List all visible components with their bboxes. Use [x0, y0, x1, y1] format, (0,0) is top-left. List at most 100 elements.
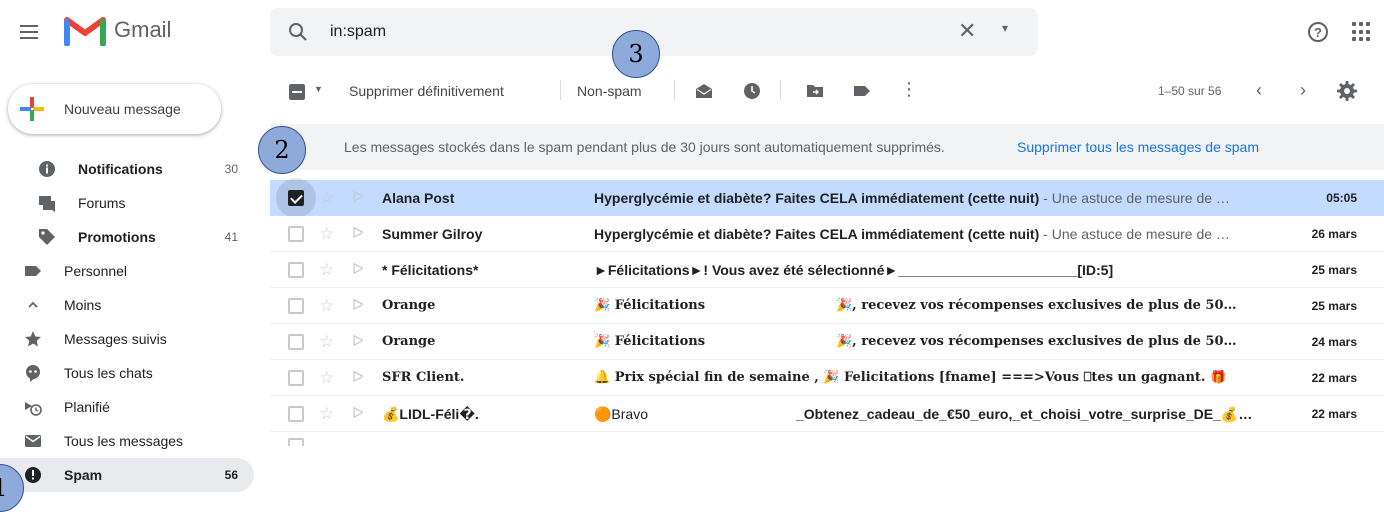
row-checkbox[interactable] — [288, 370, 304, 386]
sidebar-item-notifications[interactable]: Notifications 30 — [0, 152, 254, 186]
clear-search-icon[interactable]: ✕ — [958, 18, 976, 44]
not-spam-button[interactable]: Non-spam — [577, 83, 642, 99]
toolbar-divider — [780, 80, 781, 100]
message-subject-continued: 🎉, recevez vos récompenses exclusives de… — [836, 334, 1237, 349]
message-date: 25 mars — [1311, 263, 1357, 277]
table-row[interactable]: ☆ ᐅ Summer Gilroy Hyperglycémie et diabè… — [270, 216, 1384, 252]
gmail-logo[interactable]: Gmail — [64, 14, 171, 46]
message-sender: Orange — [382, 334, 436, 349]
sidebar-item-scheduled[interactable]: Planifié — [0, 390, 254, 424]
previous-page-icon[interactable]: ‹ — [1256, 80, 1262, 101]
more-options-icon[interactable]: ⋮ — [900, 79, 918, 100]
star-icon[interactable]: ☆ — [319, 188, 334, 208]
row-checkbox[interactable] — [288, 334, 304, 350]
gmail-m-icon — [64, 17, 106, 46]
info-icon — [38, 160, 56, 178]
row-checkbox[interactable] — [288, 298, 304, 314]
table-row[interactable]: ☆ ᐅ * Félicitations* ►Félicitations►! Vo… — [270, 252, 1384, 288]
search-icon[interactable] — [286, 20, 310, 44]
sidebar-item-starred[interactable]: Messages suivis — [0, 322, 254, 356]
message-subject-line: Hyperglycémie et diabète? Faites CELA im… — [594, 226, 1258, 242]
importance-marker-icon[interactable]: ᐅ — [352, 332, 364, 350]
star-icon — [24, 330, 42, 348]
snooze-clock-icon[interactable] — [742, 81, 762, 101]
table-row-partial[interactable] — [270, 432, 1384, 446]
importance-marker-icon[interactable]: ᐅ — [352, 368, 364, 386]
sidebar-item-label: Planifié — [64, 399, 110, 415]
tag-icon — [38, 228, 56, 246]
table-row[interactable]: ☆ ᐅ 💰LIDL-Féli�. 🟠Bravo _Obtenez_cadeau_… — [270, 396, 1384, 432]
row-checkbox[interactable] — [288, 406, 304, 422]
sidebar-item-label: Notifications — [78, 161, 163, 177]
table-row[interactable]: ☆ ᐅ Orange 🎉 Félicitations 🎉, recevez vo… — [270, 324, 1384, 360]
sidebar-item-label: Personnel — [64, 263, 128, 279]
message-subject: 🎉 Félicitations — [594, 334, 706, 349]
importance-marker-icon[interactable]: ᐅ — [352, 224, 364, 242]
pagination-range[interactable]: 1–50 sur 56 — [1158, 84, 1221, 98]
importance-marker-icon[interactable]: ᐅ — [352, 188, 364, 206]
message-sender: * Félicitations* — [382, 262, 479, 278]
message-subject-line: Hyperglycémie et diabète? Faites CELA im… — [594, 190, 1258, 206]
row-checkbox[interactable] — [288, 190, 304, 206]
row-checkbox[interactable] — [288, 262, 304, 278]
apps-grid-icon[interactable] — [1352, 22, 1372, 42]
row-checkbox[interactable] — [288, 226, 304, 242]
app-name: Gmail — [114, 17, 172, 42]
search-options-icon[interactable]: ▾ — [1002, 21, 1008, 35]
star-icon[interactable]: ☆ — [319, 260, 334, 280]
sidebar-item-count: 56 — [224, 468, 238, 482]
sidebar-item-label: Moins — [64, 297, 102, 313]
message-subject: 🟠Bravo — [594, 406, 649, 422]
delete-all-spam-link[interactable]: Supprimer tous les messages de spam — [1017, 139, 1259, 155]
table-row[interactable]: ☆ ᐅ Alana Post Hyperglycémie et diabète?… — [270, 178, 1384, 218]
search-input[interactable]: in:spam — [330, 23, 386, 41]
message-date: 24 mars — [1311, 335, 1357, 349]
top-bar: Gmail in:spam ✕ ▾ ? — [0, 0, 1384, 64]
sidebar-item-promotions[interactable]: Promotions 41 — [0, 220, 254, 254]
star-icon[interactable]: ☆ — [319, 404, 334, 424]
mark-as-read-icon[interactable] — [694, 81, 714, 101]
star-icon[interactable]: ☆ — [319, 224, 334, 244]
row-checkbox[interactable] — [288, 438, 304, 446]
star-icon[interactable]: ☆ — [319, 368, 334, 388]
label-as-icon[interactable] — [852, 81, 872, 101]
importance-marker-icon[interactable]: ᐅ — [352, 404, 364, 422]
star-icon[interactable]: ☆ — [319, 332, 334, 352]
sidebar-item-forums[interactable]: Forums — [0, 186, 254, 220]
plus-icon — [20, 97, 44, 121]
star-icon[interactable]: ☆ — [319, 296, 334, 316]
next-page-icon[interactable]: › — [1300, 80, 1306, 101]
toolbar: ▼ Supprimer définitivement Non-spam ⋮ 1–… — [270, 70, 1384, 114]
sidebar-item-less[interactable]: Moins — [0, 288, 254, 322]
forum-icon — [38, 194, 56, 212]
sidebar-item-spam[interactable]: Spam 56 — [0, 458, 254, 492]
delete-forever-button[interactable]: Supprimer définitivement — [349, 83, 504, 99]
message-date: 25 mars — [1311, 299, 1357, 313]
message-subject: 🔔 Prix spécial fin de semaine , 🎉 Felici… — [594, 370, 1227, 385]
help-icon[interactable]: ? — [1308, 22, 1328, 42]
sidebar-item-personnel[interactable]: Personnel — [0, 254, 254, 288]
message-subject-continued: 🎉, recevez vos récompenses exclusives de… — [836, 298, 1237, 313]
importance-marker-icon[interactable]: ᐅ — [352, 260, 364, 278]
sidebar-item-count: 30 — [224, 162, 238, 176]
main-menu-icon[interactable] — [16, 18, 44, 46]
table-row[interactable]: ☆ ᐅ Orange 🎉 Félicitations 🎉, recevez vo… — [270, 288, 1384, 324]
sidebar-item-label: Spam — [64, 467, 103, 483]
move-to-folder-icon[interactable] — [805, 81, 825, 101]
message-subject: Hyperglycémie et diabète? Faites CELA im… — [594, 190, 1040, 206]
message-list: ☆ ᐅ Alana Post Hyperglycémie et diabète?… — [270, 178, 1384, 446]
sidebar-item-label: Tous les messages — [64, 433, 184, 449]
message-subject-continued: _Obtenez_cadeau_de_€50_euro,_et_choisi_v… — [796, 406, 1256, 422]
message-date: 05:05 — [1326, 191, 1357, 205]
sidebar-item-chats[interactable]: Tous les chats — [0, 356, 254, 390]
select-all-checkbox[interactable] — [289, 84, 305, 100]
settings-gear-icon[interactable] — [1336, 80, 1358, 102]
message-date: 22 mars — [1311, 371, 1357, 385]
message-sender: 💰LIDL-Féli�. — [382, 406, 479, 422]
table-row[interactable]: ☆ ᐅ SFR Client. 🔔 Prix spécial fin de se… — [270, 360, 1384, 396]
select-menu-caret-icon[interactable]: ▼ — [314, 84, 323, 94]
sidebar-item-all-mail[interactable]: Tous les messages — [0, 424, 254, 458]
compose-button[interactable]: Nouveau message — [8, 84, 221, 134]
sidebar-item-label: Promotions — [78, 229, 156, 245]
importance-marker-icon[interactable]: ᐅ — [352, 296, 364, 314]
